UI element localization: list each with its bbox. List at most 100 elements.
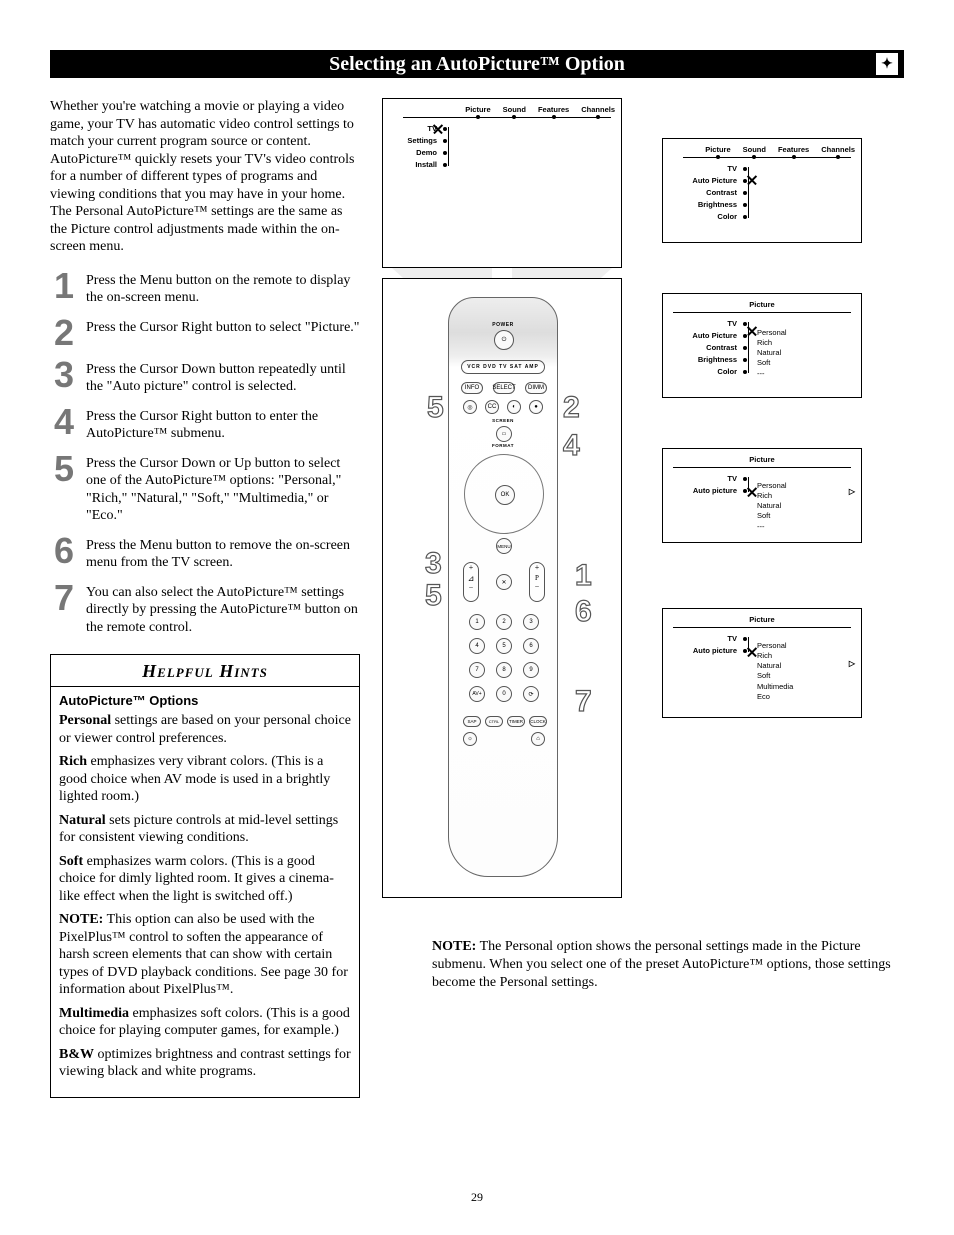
- volume-rocker[interactable]: + ⊿ −: [463, 562, 479, 602]
- round-button[interactable]: ◐: [507, 400, 521, 414]
- step-text: Press the Cursor Right button to enter t…: [86, 406, 360, 443]
- callout-6: 6: [575, 595, 592, 629]
- arrow-icon: ▷: [849, 659, 855, 668]
- option: Multimedia: [757, 682, 793, 692]
- step-7: 7 You can also select the AutoPicture™ s…: [50, 582, 360, 637]
- menu-tv-label: TV: [727, 634, 745, 643]
- num-4[interactable]: 4: [469, 638, 485, 654]
- menu-item: Install: [415, 160, 445, 169]
- step-4: 4 Press the Cursor Right button to enter…: [50, 406, 360, 443]
- tab-picture: Picture: [705, 145, 730, 154]
- screen-label: SCREEN: [449, 418, 557, 423]
- num-0[interactable]: 0: [496, 686, 512, 702]
- cursor-icon: [747, 175, 757, 185]
- option: ---: [757, 522, 787, 532]
- cursor-icon: [747, 647, 757, 657]
- cursor-ring[interactable]: OK: [464, 454, 544, 534]
- option: Natural: [757, 348, 787, 358]
- select-button[interactable]: SELECT: [493, 382, 515, 394]
- step-5: 5 Press the Cursor Down or Up button to …: [50, 453, 360, 525]
- step-text: Press the Cursor Right button to select …: [86, 317, 360, 349]
- option: Rich: [757, 338, 787, 348]
- active-ctrl-button[interactable]: CTRL: [485, 716, 503, 727]
- format-button[interactable]: ▭: [496, 426, 512, 442]
- right-column: Picture Sound Features Channels TV Setti…: [382, 98, 904, 1098]
- num-9[interactable]: 9: [523, 662, 539, 678]
- channel-rocker[interactable]: + P −: [529, 562, 545, 602]
- callout-5-lower: 5: [425, 579, 442, 613]
- num-2[interactable]: 2: [496, 614, 512, 630]
- sleep-button[interactable]: TIMER: [507, 716, 525, 727]
- menu-item: Color: [717, 367, 745, 376]
- callout-3: 3: [425, 547, 442, 581]
- menu-item: Settings: [407, 136, 445, 145]
- auto-picture-button[interactable]: ◎: [463, 400, 477, 414]
- num-1[interactable]: 1: [469, 614, 485, 630]
- picture-label: Picture: [669, 615, 855, 624]
- av-plus-button[interactable]: AV+: [469, 686, 485, 702]
- option: Natural: [757, 661, 793, 671]
- hint-soft: Soft emphasizes warm colors. (This is a …: [59, 853, 351, 906]
- menu-item: Contrast: [706, 188, 745, 197]
- callout-2: 2: [563, 391, 580, 425]
- hint-natural: Natural sets picture controls at mid-lev…: [59, 812, 351, 847]
- lock-button[interactable]: ⌂: [531, 732, 545, 746]
- menu-tv-label: TV: [727, 474, 745, 483]
- format-label: FORMAT: [449, 443, 557, 448]
- tab-features: Features: [778, 145, 809, 154]
- prev-ch-button[interactable]: ⟳: [523, 686, 539, 702]
- cursor-icon: [747, 487, 757, 497]
- dimm-button[interactable]: DIMM: [525, 382, 547, 394]
- mode-selector[interactable]: VCR DVD TV SAT AMP: [461, 360, 545, 374]
- light-button[interactable]: ☼: [463, 732, 477, 746]
- cursor-icon: [433, 124, 443, 134]
- callout-1: 1: [575, 559, 592, 593]
- num-5[interactable]: 5: [496, 638, 512, 654]
- callout-7: 7: [575, 685, 592, 719]
- tab-sound: Sound: [743, 145, 766, 154]
- picture-label: Picture: [669, 300, 855, 309]
- hint-rich: Rich emphasizes very vibrant colors. (Th…: [59, 753, 351, 806]
- note-paragraph: NOTE: The Personal option shows the pers…: [432, 938, 902, 993]
- step-number: 6: [50, 535, 78, 572]
- step-3: 3 Press the Cursor Down button repeatedl…: [50, 359, 360, 396]
- clock-button[interactable]: CLOCK: [529, 716, 547, 727]
- note-body: The Personal option shows the personal s…: [432, 939, 891, 990]
- tab-features: Features: [538, 105, 569, 114]
- menu-screen-3: Picture TV Auto Picture Contrast Brightn…: [662, 293, 862, 398]
- round-button[interactable]: ●: [529, 400, 543, 414]
- menu-tv-label: TV: [727, 164, 745, 173]
- menu-item: Auto Picture: [692, 331, 745, 340]
- num-7[interactable]: 7: [469, 662, 485, 678]
- ok-button[interactable]: OK: [495, 485, 515, 505]
- helpful-hints-box: Helpful Hints AutoPicture™ Options Perso…: [50, 654, 360, 1098]
- step-number: 1: [50, 270, 78, 307]
- option: Natural: [757, 501, 787, 511]
- num-6[interactable]: 6: [523, 638, 539, 654]
- tab-picture: Picture: [465, 105, 490, 114]
- option: Rich: [757, 651, 793, 661]
- mute-button[interactable]: ✕: [496, 574, 512, 590]
- callout-4: 4: [563, 429, 580, 463]
- sap-button[interactable]: SAP: [463, 716, 481, 727]
- num-8[interactable]: 8: [496, 662, 512, 678]
- menu-item: Auto Picture: [692, 176, 745, 185]
- menu-item: Contrast: [706, 343, 745, 352]
- menu-item: Demo: [416, 148, 445, 157]
- step-text: Press the Menu button on the remote to d…: [86, 270, 360, 307]
- step-2: 2 Press the Cursor Right button to selec…: [50, 317, 360, 349]
- tab-channels: Channels: [581, 105, 615, 114]
- num-3[interactable]: 3: [523, 614, 539, 630]
- info-button[interactable]: INFO: [461, 382, 483, 394]
- menu-screen-5: Picture TV Auto picture Personal Rich Na…: [662, 608, 862, 718]
- remote-body: POWER ⏻ VCR DVD TV SAT AMP INFO SELECT D…: [448, 297, 558, 877]
- hint-multimedia: Multimedia emphasizes soft colors. (This…: [59, 1005, 351, 1040]
- power-label: POWER: [449, 322, 557, 328]
- option: Personal: [757, 641, 793, 651]
- step-number: 2: [50, 317, 78, 349]
- menu-button[interactable]: MENU: [496, 538, 512, 554]
- power-button[interactable]: ⏻: [494, 330, 514, 350]
- cc-button[interactable]: CC: [485, 400, 499, 414]
- step-1: 1 Press the Menu button on the remote to…: [50, 270, 360, 307]
- step-number: 3: [50, 359, 78, 396]
